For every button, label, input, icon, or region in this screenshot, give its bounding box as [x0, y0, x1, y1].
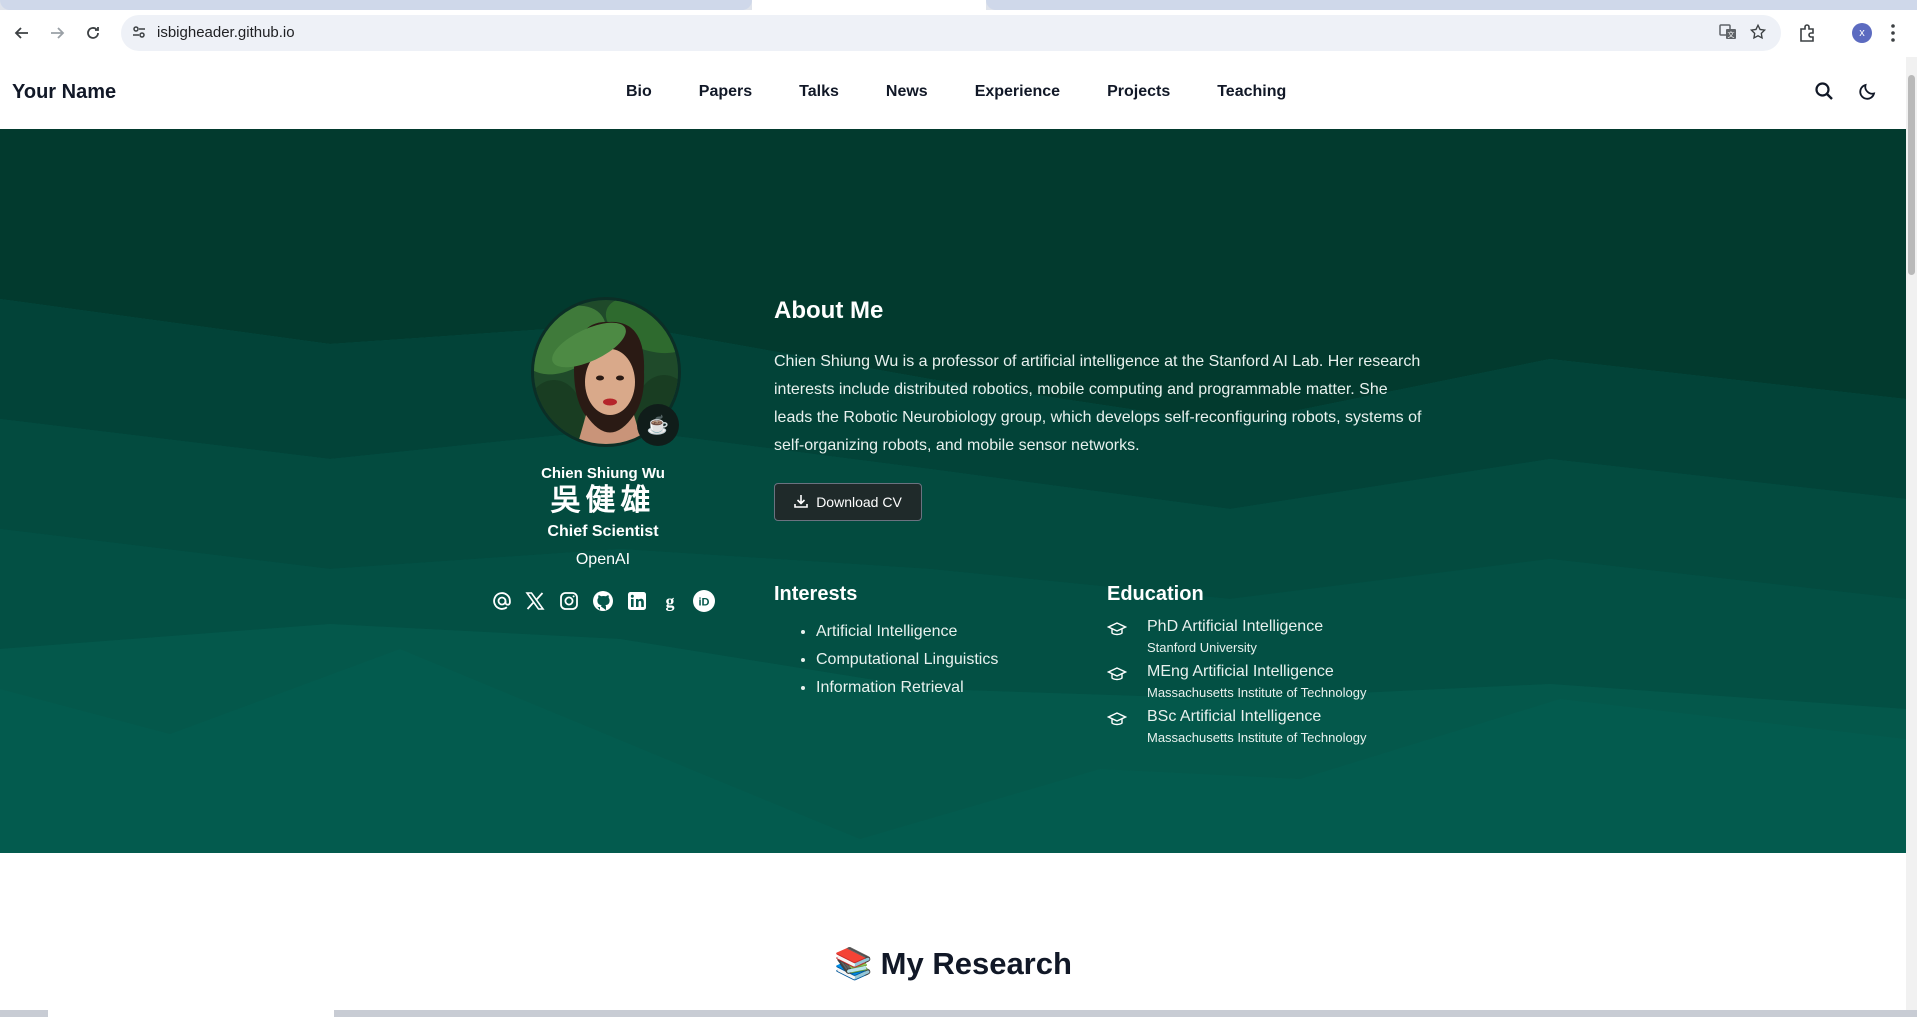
social-links: g iD — [490, 589, 716, 613]
browser-toolbar: isbigheader.github.io 文 x — [0, 10, 1917, 58]
hero-background-waves — [0, 129, 1906, 853]
x-twitter-icon[interactable] — [524, 589, 548, 613]
education-list: PhD Artificial Intelligence Stanford Uni… — [1106, 618, 1447, 753]
url-text[interactable]: isbigheader.github.io — [157, 24, 295, 41]
profile-avatar[interactable]: x — [1852, 23, 1872, 43]
profile-role: Chief Scientist — [547, 523, 659, 540]
education-item: PhD Artificial Intelligence Stanford Uni… — [1106, 618, 1447, 663]
nav-bio[interactable]: Bio — [626, 83, 652, 101]
graduation-cap-icon — [1106, 665, 1128, 688]
interest-item: Information Retrieval — [816, 674, 1094, 702]
browser-tab-strip — [0, 0, 1917, 10]
main-menu: Bio Papers Talks News Experience Project… — [626, 83, 1286, 101]
bookmark-star-icon[interactable] — [1749, 23, 1767, 46]
forward-icon[interactable] — [44, 20, 70, 46]
menu-kebab-icon[interactable] — [1890, 23, 1896, 48]
back-icon[interactable] — [9, 20, 35, 46]
extensions-icon[interactable] — [1797, 23, 1817, 48]
nav-teaching[interactable]: Teaching — [1217, 83, 1286, 101]
nav-projects[interactable]: Projects — [1107, 83, 1170, 101]
github-icon[interactable] — [591, 589, 615, 613]
scrollbar-thumb[interactable] — [1908, 75, 1915, 275]
google-scholar-icon[interactable]: g — [658, 589, 682, 613]
research-heading: 📚 My Research — [834, 945, 1072, 982]
taskbar-item[interactable] — [48, 1010, 334, 1017]
nav-experience[interactable]: Experience — [975, 83, 1060, 101]
search-icon[interactable] — [1814, 81, 1834, 106]
books-emoji-icon: 📚 — [834, 946, 873, 981]
about-bio: Chien Shiung Wu is a professor of artifi… — [774, 353, 1422, 454]
svg-text:iD: iD — [699, 597, 710, 609]
about-heading: About Me — [774, 297, 884, 324]
education-institution: Massachusetts Institute of Technology — [1147, 685, 1367, 700]
download-cv-label: Download CV — [816, 494, 902, 510]
site-navbar: Your Name Bio Papers Talks News Experien… — [0, 57, 1906, 130]
profile-organization: OpenAI — [575, 551, 631, 568]
nav-news[interactable]: News — [886, 83, 928, 101]
education-institution: Stanford University — [1147, 640, 1257, 655]
education-degree: PhD Artificial Intelligence — [1147, 618, 1324, 635]
education-institution: Massachusetts Institute of Technology — [1147, 730, 1367, 745]
education-item: BSc Artificial Intelligence Massachusett… — [1106, 708, 1447, 753]
nav-papers[interactable]: Papers — [699, 83, 752, 101]
site-settings-icon[interactable] — [131, 24, 147, 45]
address-bar[interactable]: isbigheader.github.io 文 — [121, 15, 1781, 51]
site-brand[interactable]: Your Name — [12, 81, 116, 104]
education-item: MEng Artificial Intelligence Massachuset… — [1106, 663, 1447, 708]
profile-name-cjk: 吳健雄 — [550, 483, 656, 518]
email-at-icon[interactable] — [490, 589, 514, 613]
svg-text:g: g — [666, 591, 675, 611]
research-section: 📚 My Research — [0, 945, 1906, 982]
interest-item: Artificial Intelligence — [816, 618, 1094, 646]
dark-mode-moon-icon[interactable] — [1858, 81, 1878, 106]
education-degree: MEng Artificial Intelligence — [1147, 663, 1334, 680]
translate-icon[interactable]: 文 — [1719, 23, 1737, 46]
page-scrollbar[interactable] — [1906, 57, 1917, 1013]
status-emoji-badge: ☕ — [637, 404, 679, 446]
reload-icon[interactable] — [80, 20, 106, 46]
interests-heading: Interests — [774, 583, 858, 605]
download-cv-button[interactable]: Download CV — [774, 483, 922, 521]
interests-section: Interests Artificial Intelligence Comput… — [774, 583, 1094, 702]
browser-tab-active[interactable] — [752, 0, 986, 10]
browser-tab[interactable] — [986, 0, 1917, 10]
nav-talks[interactable]: Talks — [799, 83, 839, 101]
orcid-icon[interactable]: iD — [692, 589, 716, 613]
linkedin-icon[interactable] — [625, 589, 649, 613]
interest-item: Computational Linguistics — [816, 646, 1094, 674]
svg-text:文: 文 — [1728, 30, 1735, 39]
graduation-cap-icon — [1106, 620, 1128, 643]
taskbar-strip — [0, 1010, 1917, 1017]
instagram-icon[interactable] — [557, 589, 581, 613]
research-heading-text: My Research — [880, 945, 1072, 981]
browser-tab[interactable] — [0, 0, 752, 10]
education-degree: BSc Artificial Intelligence — [1147, 708, 1322, 725]
education-section: Education PhD Artificial Intelligence St… — [1106, 583, 1447, 753]
interests-list: Artificial Intelligence Computational Li… — [774, 618, 1094, 702]
graduation-cap-icon — [1106, 710, 1128, 733]
hero-section: ☕ Chien Shiung Wu 吳健雄 Chief Scientist Op… — [0, 129, 1906, 853]
download-icon — [794, 494, 808, 511]
education-heading: Education — [1107, 583, 1204, 605]
